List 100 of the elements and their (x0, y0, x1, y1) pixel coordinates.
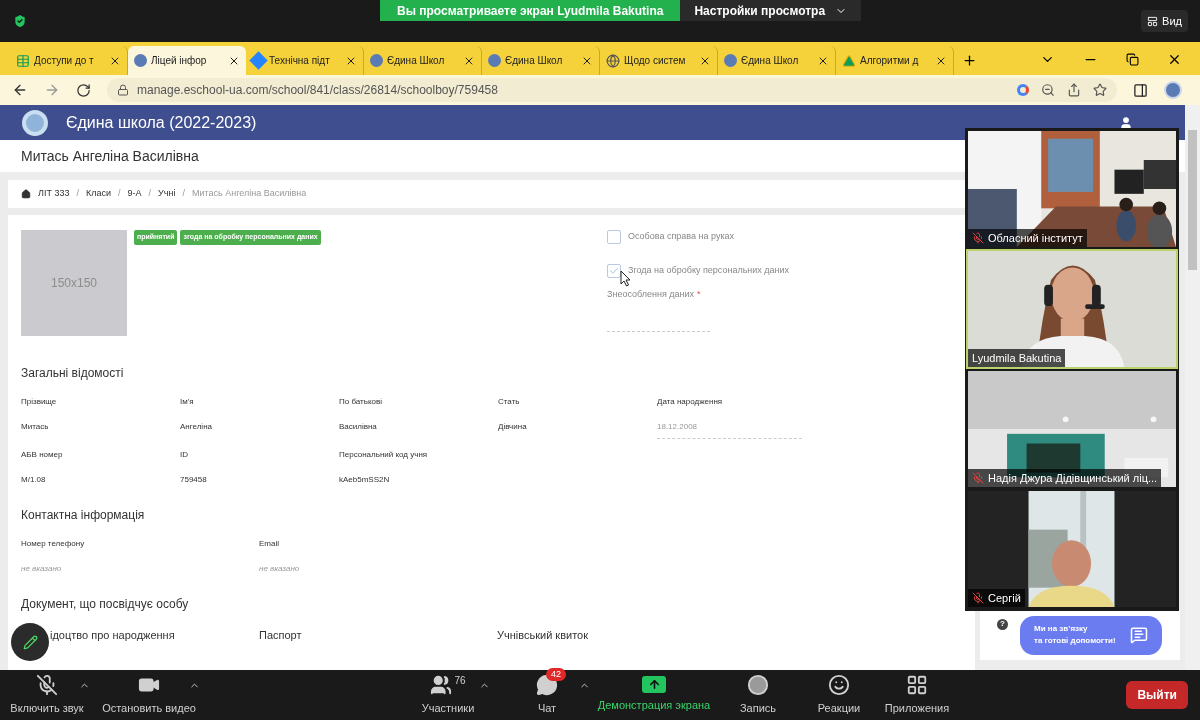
participant-name: Сергій (988, 590, 1021, 606)
student-name: Митась Ангеліна Василівна (21, 146, 199, 166)
toolbar-label: Реакции (817, 700, 861, 716)
zoom-out-icon[interactable] (1041, 83, 1055, 97)
triangle-icon (842, 53, 856, 68)
lock-icon (117, 84, 129, 96)
field-label: Прізвище (21, 396, 58, 408)
participant-count: 76 (454, 674, 466, 689)
toolbar-label: Остановить видео (102, 700, 196, 716)
toolbar-button[interactable]: 42 Чат (500, 670, 594, 720)
user-icon[interactable] (1119, 115, 1133, 130)
toolbar-button[interactable]: 76 Участники (402, 670, 494, 720)
field-value: kAeb5mSS2N (339, 474, 391, 486)
profile-avatar-icon[interactable] (1164, 81, 1182, 99)
video-tile[interactable]: Обласний інститут (966, 129, 1178, 249)
document-label: Паспорт (259, 628, 302, 643)
toolbar-label: Участники (421, 701, 475, 717)
check-icon (609, 266, 619, 276)
field-value: 759458 (180, 474, 208, 486)
sheet-icon (16, 53, 30, 68)
toolbar-label: Демонстрация экрана (597, 698, 711, 714)
breadcrumb-separator: / (117, 187, 121, 201)
toolbar-label: Приложения (884, 700, 950, 716)
breadcrumb-link[interactable]: ЛІТ 333 (38, 187, 70, 201)
back-icon[interactable] (12, 82, 28, 98)
reload-icon[interactable] (76, 82, 91, 98)
toolbar-label: Запись (739, 700, 777, 716)
logo-icon (22, 109, 48, 136)
share-icon[interactable] (1067, 83, 1081, 97)
support-chat-button[interactable]: Ми на зв’язку та готові допомогти! (1020, 615, 1162, 655)
tab-title: Технічна підт (269, 54, 331, 68)
app-title: Єдина школа (2022-2023) (66, 112, 257, 133)
breadcrumb-separator: / (182, 187, 185, 201)
field-label: По батькові (339, 396, 383, 408)
field-label: Стать (498, 396, 521, 408)
muted-microphone-icon (36, 673, 58, 696)
edit-button[interactable] (11, 623, 49, 661)
toolbar-button[interactable]: Остановить видео (94, 670, 204, 720)
screen-share-banner: Вы просматриваете экран Lyudmila Bakutina (380, 0, 681, 21)
leave-button[interactable]: Выйти (1126, 681, 1188, 709)
smiley-icon (828, 673, 850, 696)
apps-icon (906, 673, 928, 696)
browser-tab[interactable]: Ліцей інфор (128, 46, 246, 75)
field-value: не вказано (259, 563, 301, 575)
toolbar-button[interactable]: Приложения (876, 670, 958, 720)
video-tile[interactable]: Сергій (966, 489, 1178, 609)
record-icon (747, 673, 769, 696)
field-value: Дівчина (498, 421, 528, 433)
view-button[interactable]: Вид (1141, 9, 1188, 33)
field-value: Ангеліна (180, 421, 213, 433)
field-value: не вказано (21, 563, 63, 575)
required-mark: * (697, 288, 701, 301)
field-label: Email (259, 538, 280, 550)
field-label: Номер телефону (21, 538, 86, 550)
home-icon[interactable] (21, 189, 31, 199)
checkbox-label: Згода на обробку персональних даних (628, 264, 790, 278)
toolbar-label: Включить звук (10, 700, 84, 716)
share-screen-icon (642, 676, 666, 694)
breadcrumb-link[interactable]: Учні (158, 187, 176, 201)
video-tile[interactable]: Надія Джура Дідівщинський ліц... (966, 369, 1178, 489)
document-label: Учнівський квиток (497, 628, 588, 643)
field-label: ID (180, 449, 189, 461)
security-shield-icon (12, 13, 28, 29)
pencil-icon (22, 634, 38, 650)
close-icon[interactable] (1167, 52, 1182, 67)
checkbox-label: Особова справа на руках (628, 230, 735, 244)
toolbar-button[interactable]: Реакции (802, 670, 876, 720)
chat-icon (1130, 626, 1148, 644)
url-text: manage.eschool-ua.com/school/841/class/26814/schoolboy/759458 (137, 82, 498, 99)
tab-title: Єдина Школ (741, 54, 800, 68)
toolbar-button[interactable]: Включить звук (0, 670, 94, 720)
breadcrumb-link[interactable]: 9-А (127, 187, 142, 201)
tab-title: Алгоритми д (860, 54, 920, 68)
restore-icon[interactable] (1126, 53, 1139, 66)
people-icon (430, 673, 453, 696)
field-value: М/1.08 (21, 474, 47, 486)
participant-name: Lyudmila Bakutina (972, 350, 1062, 366)
help-icon[interactable]: ? (997, 618, 1008, 630)
globe-icon (606, 53, 620, 68)
side-panel-icon[interactable] (1133, 82, 1148, 98)
checkbox[interactable] (607, 230, 621, 244)
tab-title: Єдина Школ (505, 54, 564, 68)
breadcrumb-separator: / (148, 187, 151, 201)
video-tile[interactable]: Lyudmila Bakutina (966, 249, 1178, 369)
new-tab-icon[interactable] (962, 53, 977, 68)
toolbar-button[interactable]: Запись (714, 670, 802, 720)
field-label: АБВ номер (21, 449, 64, 461)
field-label: Персональний код учня (339, 449, 429, 461)
view-settings-button[interactable]: Настройки просмотра (680, 0, 862, 21)
breadcrumb-separator: / (76, 187, 79, 201)
tab-title: Доступи до т (34, 54, 95, 68)
breadcrumb-link[interactable]: Класи (85, 187, 111, 201)
toolbar-button[interactable]: Демонстрация экрана (594, 670, 714, 720)
field-value: Василівна (339, 421, 378, 433)
tab-title: Ліцей інфор (151, 54, 208, 68)
toolbar-label: Чат (537, 700, 557, 716)
scrollbar[interactable] (1185, 105, 1200, 670)
star-icon[interactable] (1093, 83, 1107, 97)
section-title: Загальні відомості (21, 365, 125, 382)
address-field[interactable]: manage.eschool-ua.com/school/841/class/26814/schoolboy/759458 (107, 78, 1117, 102)
